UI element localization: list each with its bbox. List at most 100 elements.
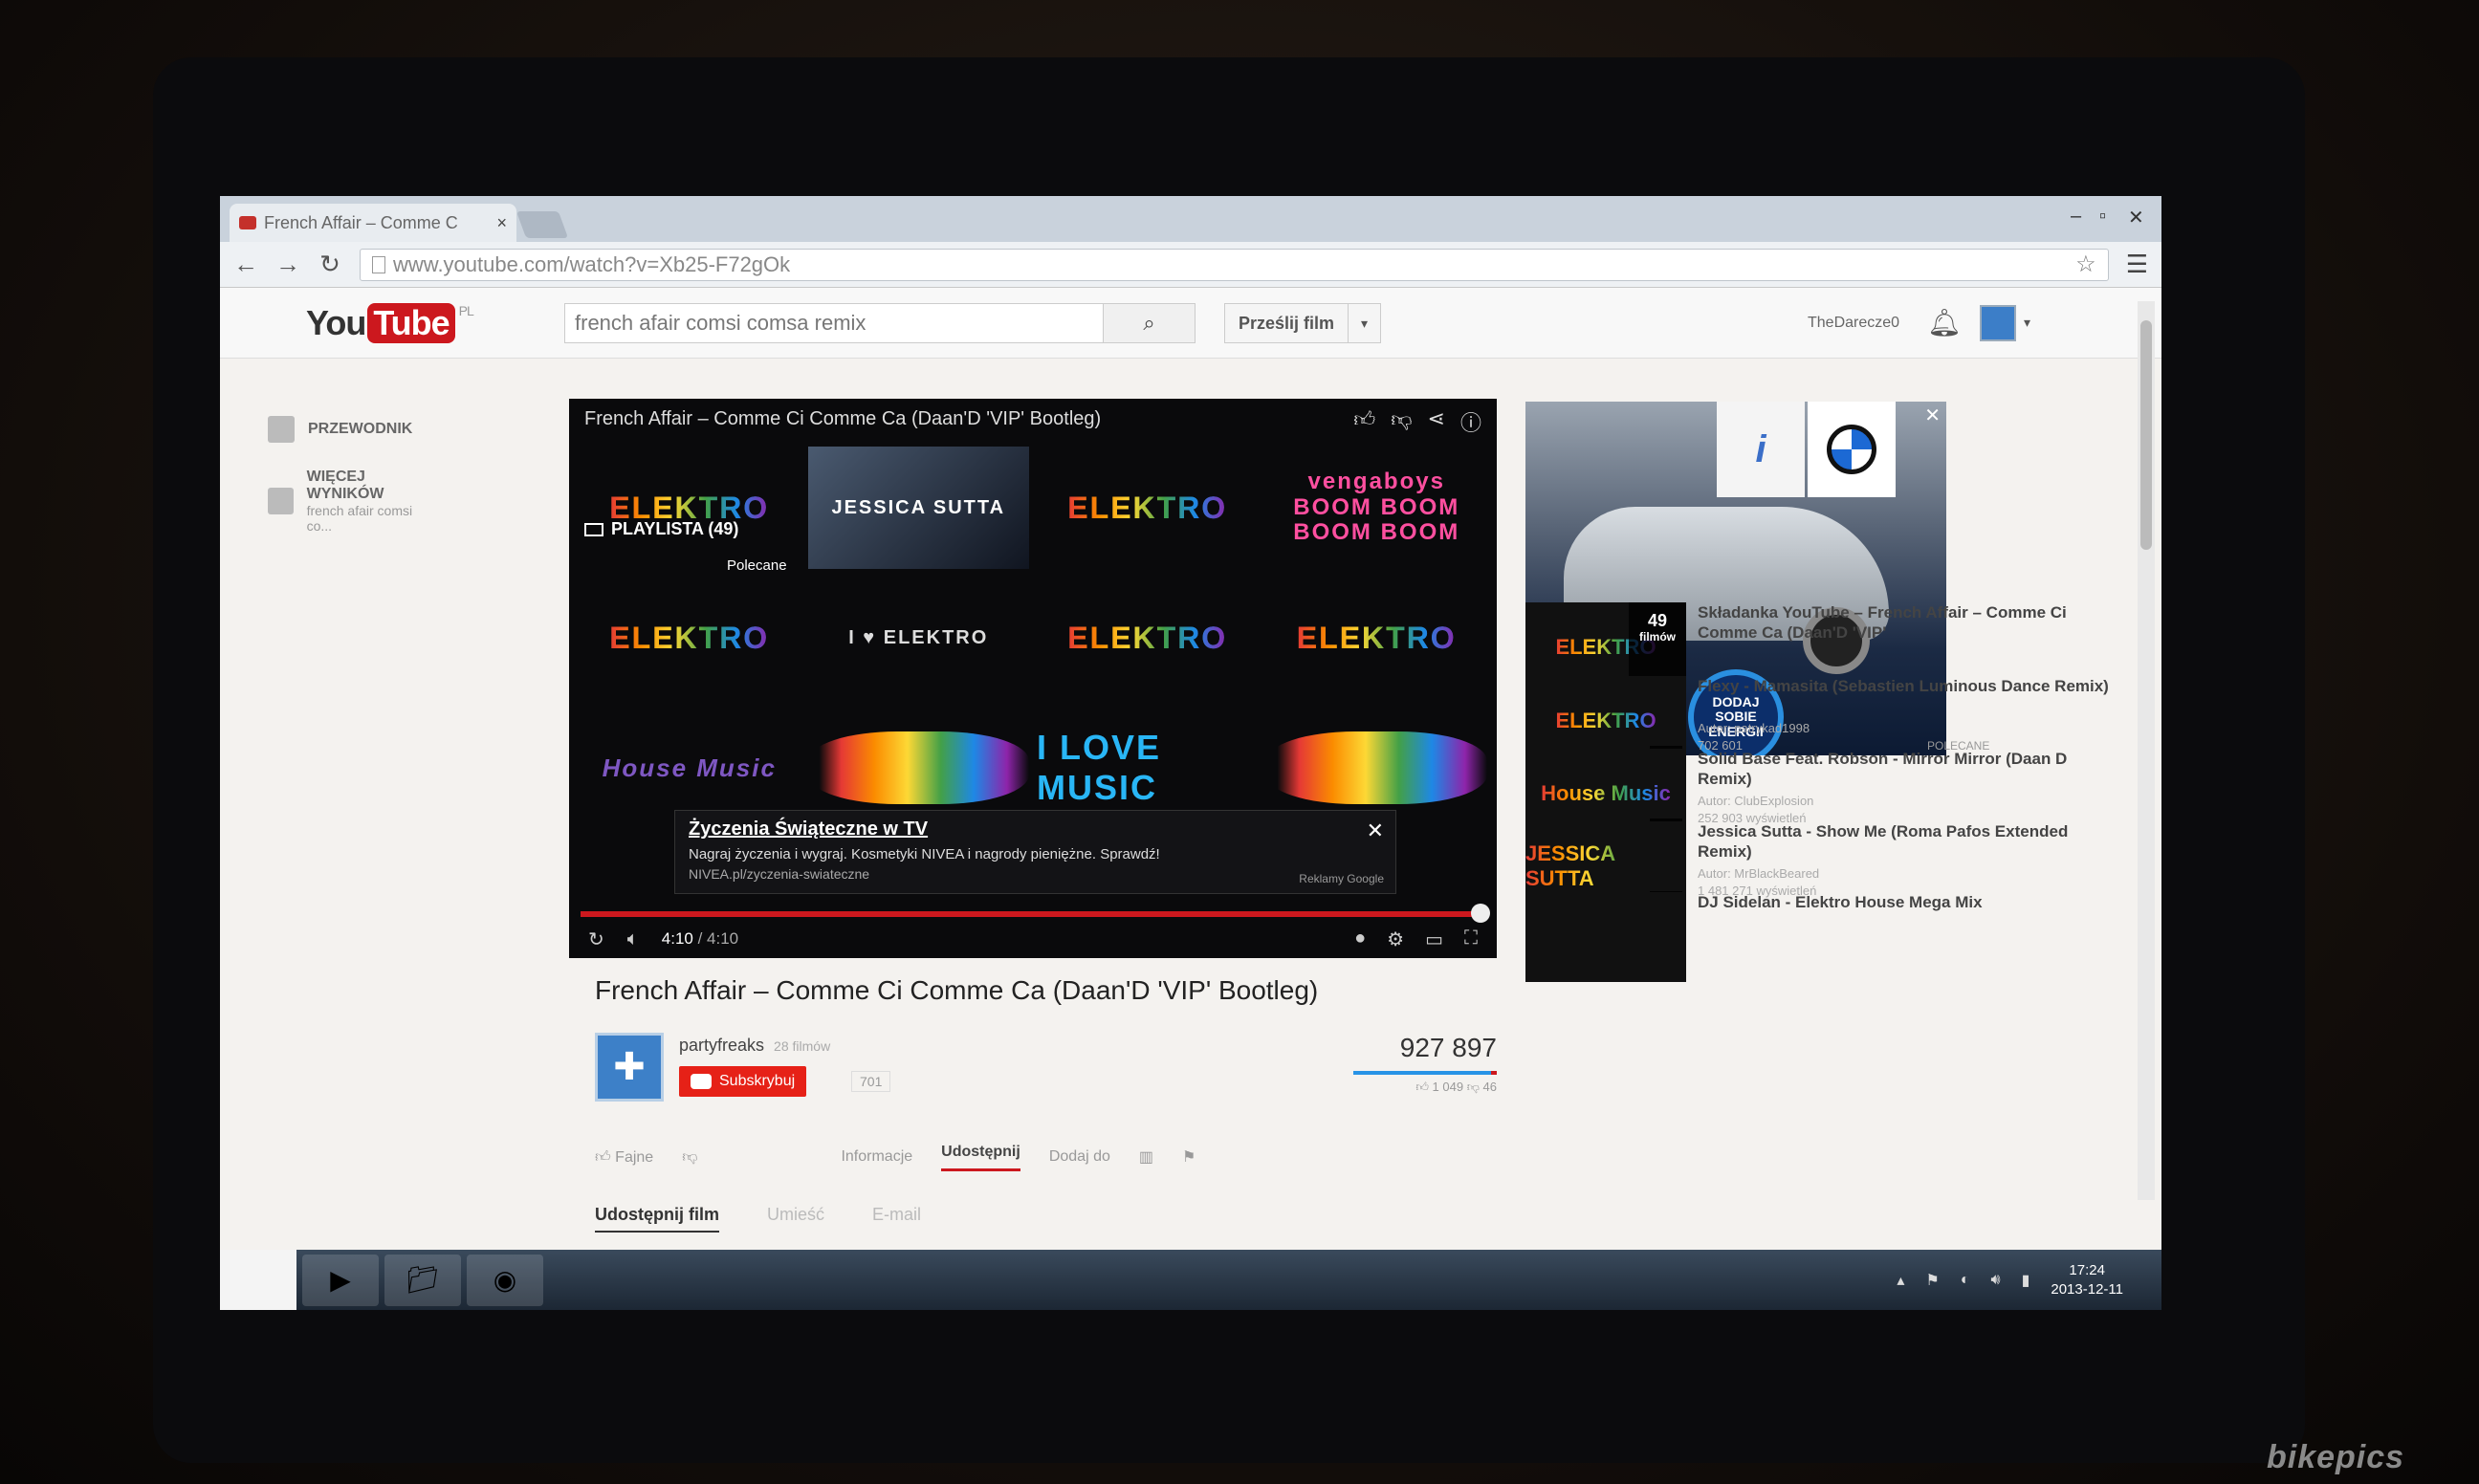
endscreen-thumbnail[interactable]: JESSICA SUTTA — [807, 447, 1029, 569]
watermark-logo: bikepics — [2267, 1439, 2405, 1475]
endscreen-thumbnail[interactable]: ELEKTRO — [1037, 577, 1259, 699]
close-icon[interactable]: ✕ — [1367, 818, 1384, 843]
search-icon[interactable]: ⌕ — [1104, 303, 1196, 343]
search-input[interactable] — [564, 303, 1104, 343]
endscreen-thumbnail-text: I LOVE MUSIC — [1037, 728, 1162, 807]
endscreen-thumbnail[interactable]: ELEKTRO — [579, 447, 801, 569]
endscreen-thumbnail-text: ELEKTRO — [1296, 620, 1457, 655]
stats-icon[interactable]: ▥ — [1139, 1147, 1153, 1167]
clock[interactable]: 17:24 2013-12-11 — [2051, 1261, 2123, 1298]
share-tab-email[interactable]: E-mail — [872, 1205, 921, 1233]
playlist-icon — [584, 522, 603, 536]
channel-name[interactable]: partyfreaks 28 filmów — [679, 1036, 830, 1056]
bookmark-star-icon[interactable]: ☆ — [2075, 251, 2096, 278]
recommendation-title[interactable]: Składanka YouTube – French Affair – Comm… — [1698, 602, 2118, 644]
info-icon[interactable]: ⓘ — [1460, 406, 1481, 437]
theater-mode-icon[interactable]: ▭ — [1425, 928, 1443, 951]
like-icon[interactable]: 👍︎ — [1353, 406, 1375, 437]
start-button[interactable] — [220, 1250, 296, 1310]
network-icon[interactable]: ◐ — [1961, 1272, 1970, 1289]
tab-add-to[interactable]: Dodaj do — [1049, 1148, 1110, 1166]
browser-tabstrip: French Affair – Comme C × – ▫ ✕ — [220, 196, 2161, 242]
endscreen-thumbnail[interactable]: vengaboys BOOM BOOM BOOM BOOM — [1266, 447, 1488, 569]
endscreen-thumbnail[interactable] — [807, 731, 1029, 805]
volume-icon[interactable]: 🔈︎ — [627, 928, 639, 950]
progress-fill — [581, 911, 1481, 917]
address-bar[interactable]: www.youtube.com/watch?v=Xb25-F72gOk ☆ — [360, 248, 2109, 281]
action-center-flag-icon[interactable]: ⚑ — [1925, 1271, 1939, 1290]
sidebar-item-guide[interactable]: PRZEWODNIK — [268, 416, 412, 443]
page-scrollbar[interactable] — [2138, 301, 2155, 1200]
notification-bell-icon[interactable]: 🔔︎ — [1927, 307, 1962, 338]
endscreen-thumbnail[interactable] — [1265, 731, 1487, 805]
close-icon[interactable]: ✕ — [1924, 404, 1941, 427]
dislike-icon[interactable]: 👎︎ — [1391, 406, 1412, 437]
new-tab-button[interactable] — [516, 211, 569, 238]
tab-close-icon[interactable]: × — [496, 213, 507, 233]
playlist-badge[interactable]: PLAYLISTA (49) — [584, 519, 738, 539]
photo-scene: French Affair – Comme C × – ▫ ✕ ← → ↻ ww… — [0, 0, 2479, 1484]
close-window-icon[interactable]: ✕ — [2128, 206, 2144, 229]
share-tab-embed[interactable]: Umieść — [767, 1205, 824, 1233]
chrome-icon[interactable]: ◉ — [467, 1254, 543, 1306]
laptop-screen: French Affair – Comme C × – ▫ ✕ ← → ↻ ww… — [220, 196, 2161, 1310]
ad-title[interactable]: Życzenia Świąteczne w TV — [689, 818, 1382, 840]
speaker-icon[interactable]: 🔊︎ — [1990, 1272, 2000, 1289]
share-tab-share-video[interactable]: Udostępnij film — [595, 1205, 719, 1233]
avatar[interactable] — [1980, 305, 2016, 341]
ad-url[interactable]: NIVEA.pl/zyczenia-swiateczne — [689, 866, 1382, 882]
channel-avatar[interactable]: ✚ — [595, 1033, 664, 1102]
scrollbar-thumb[interactable] — [2140, 320, 2152, 550]
fullscreen-icon[interactable]: ⛶ — [1464, 928, 1478, 951]
upload-button[interactable]: Prześlij film ▾ — [1224, 303, 1382, 343]
upload-dropdown-icon[interactable]: ▾ — [1348, 304, 1380, 342]
folder-icon[interactable]: 📁︎ — [384, 1254, 461, 1306]
endscreen-thumbnail[interactable]: ELEKTRO — [579, 577, 801, 699]
ad-text: Nagraj życzenia i wygraj. Kosmetyki NIVE… — [689, 846, 1160, 862]
share-icon[interactable]: ⋖ — [1428, 406, 1445, 437]
dislike-button[interactable]: 👎︎ — [682, 1148, 697, 1167]
player-title[interactable]: French Affair – Comme Ci Comme Ca (Daan'… — [584, 408, 1101, 430]
like-ratio-bar — [1353, 1071, 1497, 1075]
battery-icon[interactable]: ▮ — [2022, 1271, 2030, 1290]
ad-overlay[interactable]: Życzenia Świąteczne w TV Nagraj życzenia… — [674, 810, 1396, 894]
settings-gear-icon[interactable]: ⚙ — [1387, 928, 1404, 951]
progress-bar[interactable] — [581, 904, 1491, 923]
maximize-icon[interactable]: ▫ — [2099, 206, 2106, 228]
annotations-icon[interactable]: ● — [1354, 928, 1366, 951]
recommendation-title[interactable]: Jessica Sutta - Show Me (Roma Pafos Exte… — [1698, 821, 2118, 862]
minimize-icon[interactable]: – — [2071, 206, 2081, 228]
video-player[interactable]: French Affair – Comme Ci Comme Ca (Daan'… — [569, 399, 1497, 958]
recommendation-thumbnail[interactable] — [1525, 892, 1686, 982]
youtube-header: You Tube PL ⌕ Prześlij film ▾ TheDarecze… — [220, 288, 2161, 359]
video-title: French Affair – Comme Ci Comme Ca (Daan'… — [595, 975, 1319, 1005]
recommendation-title[interactable]: Flexy - Mamasita (Sebastien Luminous Dan… — [1698, 676, 2118, 696]
back-arrow-icon[interactable]: ← — [233, 250, 258, 279]
page-icon — [372, 255, 385, 273]
flag-icon[interactable]: ⚑ — [1182, 1147, 1196, 1167]
account-dropdown-icon[interactable]: ▾ — [2024, 315, 2030, 331]
recommendation-title[interactable]: DJ Sidelan - Elektro House Mega Mix — [1698, 892, 2118, 912]
bmw-logo — [1808, 402, 1896, 497]
endscreen-thumbnail[interactable]: ELEKTRO — [1266, 577, 1488, 699]
replay-icon[interactable]: ↻ — [588, 928, 604, 951]
chrome-menu-icon[interactable]: ☰ — [2126, 250, 2148, 279]
sidebar-item-more-results[interactable]: WIĘCEJ WYNIKÓW french afair comsi co... — [268, 469, 440, 534]
tray-arrow-icon[interactable]: ▴ — [1897, 1271, 1904, 1290]
tab-info[interactable]: Informacje — [841, 1148, 912, 1166]
ad-label: Reklamy Google — [1299, 872, 1384, 885]
reload-icon[interactable]: ↻ — [318, 250, 342, 279]
youtube-logo[interactable]: You Tube PL — [306, 303, 474, 343]
recommendation-title[interactable]: Solid Base Feat. Robson - Mirror Mirror … — [1698, 749, 2118, 790]
browser-tab[interactable]: French Affair – Comme C × — [230, 204, 516, 242]
username[interactable]: TheDarecze0 — [1808, 315, 1899, 332]
list-item[interactable]: DJ Sidelan - Elektro House Mega Mix — [1525, 892, 1983, 984]
like-button[interactable]: 👍︎ Fajne — [595, 1148, 653, 1167]
endscreen-thumbnail[interactable]: ELEKTRO — [1037, 447, 1259, 569]
media-player-icon[interactable]: ▶ — [302, 1254, 379, 1306]
tab-share[interactable]: Udostępnij — [941, 1144, 1020, 1171]
endscreen-thumbnail-text: ELEKTRO — [1067, 490, 1228, 525]
forward-arrow-icon[interactable]: → — [275, 250, 300, 279]
endscreen-thumbnail[interactable]: I ♥ ELEKTRO — [808, 577, 1030, 699]
subscribe-button[interactable]: Subskrybuj — [679, 1066, 807, 1097]
